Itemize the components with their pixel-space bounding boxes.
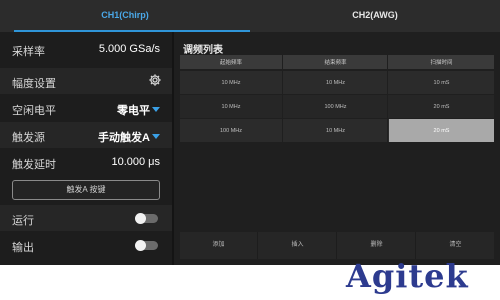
table-header-row: 起始频率 结束频率 扫描时间 [180, 55, 494, 69]
run-toggle[interactable] [135, 213, 158, 224]
sample-rate-value: 5.000 GSa/s [98, 43, 160, 55]
sample-rate-label: 采样率 [12, 46, 45, 58]
cell-stop-frequency[interactable]: 10 MHz [284, 119, 388, 142]
tab-ch2[interactable]: CH2(AWG) [250, 0, 500, 32]
output-toggle[interactable] [135, 240, 158, 251]
trigger-delay-label: 触发延时 [12, 159, 56, 171]
insert-button[interactable]: 插入 [259, 232, 337, 259]
settings-panel: 采样率 5.000 GSa/s 幅度设置 空闲电平 零电平 触发源 手动触发A … [0, 32, 172, 265]
cell-sweep-time[interactable]: 20 mS [389, 95, 494, 118]
cell-sweep-time-selected[interactable]: 20 mS [389, 119, 494, 142]
dropdown-caret-icon [152, 107, 160, 112]
sweep-list-panel: 调频列表 起始频率 结束频率 扫描时间 10 MHz 10 MHz 10 mS … [174, 32, 500, 265]
trigger-delay-row[interactable]: 触发延时 10.000 μs [0, 149, 172, 175]
table-row[interactable]: 10 MHz 100 MHz 20 mS [180, 95, 494, 118]
tab-ch1[interactable]: CH1(Chirp) [0, 0, 250, 32]
list-action-bar: 添加 插入 删除 清空 [180, 232, 494, 259]
run-row: 运行 [0, 205, 172, 231]
trigger-source-row[interactable]: 触发源 手动触发A [0, 122, 172, 148]
sample-rate-row[interactable]: 采样率 5.000 GSa/s [0, 36, 172, 62]
gear-icon[interactable] [148, 73, 162, 87]
tab-ch2-label: CH2(AWG) [352, 10, 398, 20]
header-start-frequency: 起始频率 [180, 55, 283, 69]
tab-ch1-label: CH1(Chirp) [101, 10, 149, 20]
channel-tab-bar: CH1(Chirp) CH2(AWG) [0, 0, 500, 32]
trigger-delay-value: 10.000 μs [111, 156, 160, 168]
cell-sweep-time[interactable]: 10 mS [389, 71, 494, 94]
toggle-knob [135, 213, 146, 224]
amplitude-settings-row[interactable]: 幅度设置 [0, 68, 172, 94]
table-row[interactable]: 10 MHz 10 MHz 10 mS [180, 71, 494, 94]
trigger-source-value: 手动触发A [98, 132, 150, 144]
amplitude-settings-label: 幅度设置 [12, 78, 56, 90]
cell-start-frequency[interactable]: 10 MHz [180, 71, 283, 94]
agitek-logo: Agitek [346, 257, 469, 295]
instrument-screen: CH1(Chirp) CH2(AWG) 采样率 5.000 GSa/s 幅度设置… [0, 0, 500, 265]
cell-start-frequency[interactable]: 10 MHz [180, 95, 283, 118]
header-sweep-time: 扫描时间 [430, 60, 453, 66]
dropdown-caret-icon [152, 134, 160, 139]
clear-button[interactable]: 清空 [417, 232, 494, 259]
toggle-knob [135, 240, 146, 251]
table-row[interactable]: 100 MHz 10 MHz 20 mS [180, 119, 494, 142]
trigger-source-dropdown[interactable]: 手动触发A [98, 129, 160, 145]
cell-stop-frequency[interactable]: 100 MHz [284, 95, 388, 118]
run-label: 运行 [12, 215, 34, 227]
cell-stop-frequency[interactable]: 10 MHz [284, 71, 388, 94]
delete-button[interactable]: 删除 [338, 232, 416, 259]
idle-level-value: 零电平 [117, 105, 150, 117]
trigger-source-label: 触发源 [12, 132, 45, 144]
output-row: 输出 [0, 232, 172, 258]
cell-start-frequency[interactable]: 100 MHz [180, 119, 283, 142]
idle-level-label: 空闲电平 [12, 105, 56, 117]
trigger-a-button[interactable]: 触发A 按键 [12, 180, 160, 200]
idle-level-dropdown[interactable]: 零电平 [117, 102, 160, 118]
sweep-list-title: 调频列表 [183, 45, 223, 56]
header-stop-frequency: 结束频率 [284, 55, 388, 69]
idle-level-row[interactable]: 空闲电平 零电平 [0, 95, 172, 121]
add-button[interactable]: 添加 [180, 232, 258, 259]
output-label: 输出 [12, 242, 34, 254]
